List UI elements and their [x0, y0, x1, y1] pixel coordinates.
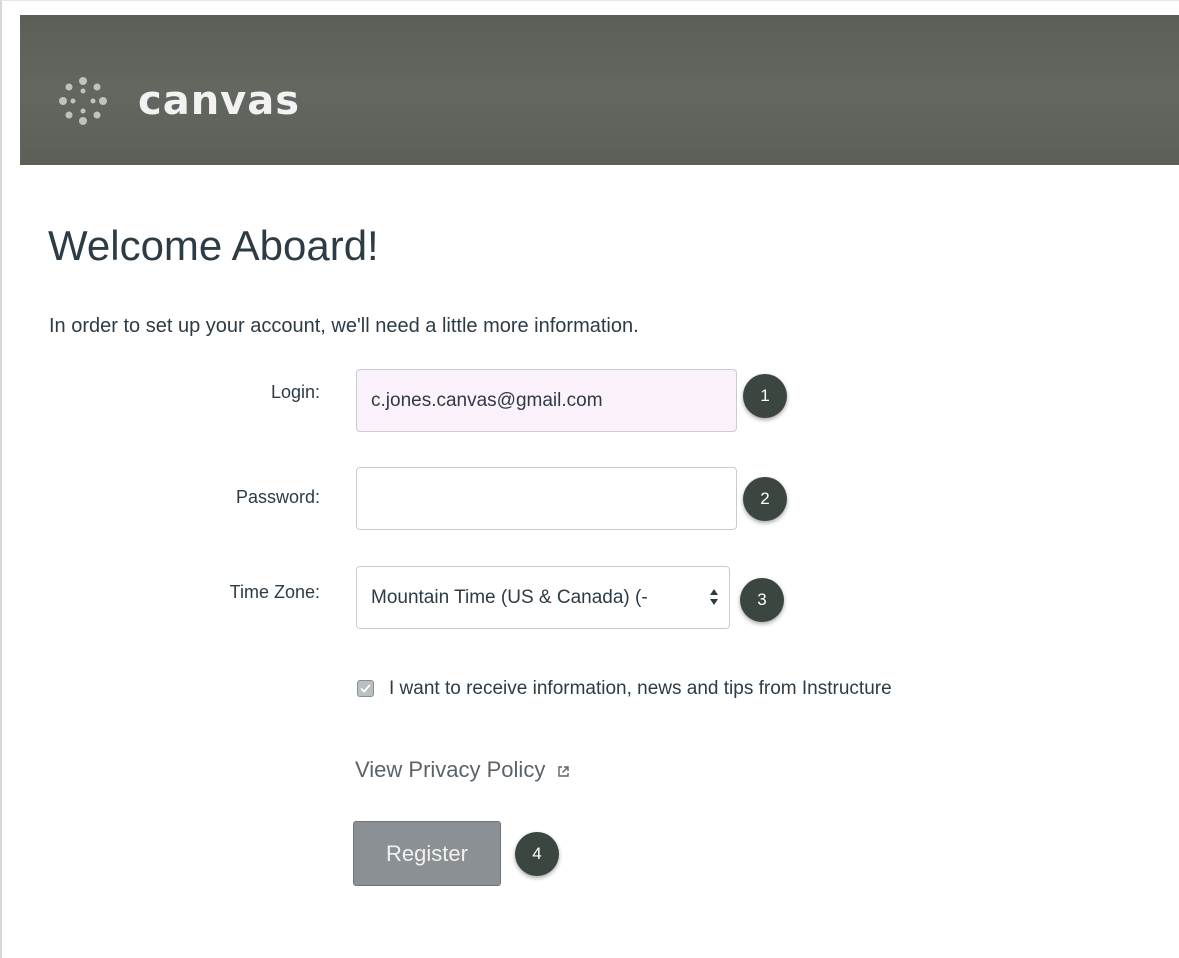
- privacy-policy-link[interactable]: View Privacy Policy: [355, 755, 570, 785]
- external-link-icon: [558, 765, 570, 777]
- timezone-selected-value: Mountain Time (US & Canada) (-: [371, 586, 648, 608]
- newsletter-label[interactable]: I want to receive information, news and …: [389, 676, 892, 702]
- privacy-policy-text: View Privacy Policy: [355, 757, 546, 782]
- step-marker-3: 3: [740, 578, 784, 622]
- login-value: c.jones.canvas@gmail.com: [371, 389, 603, 411]
- login-label: Login:: [270, 382, 320, 402]
- step-marker-1: 1: [743, 374, 787, 418]
- timezone-select[interactable]: Mountain Time (US & Canada) (-: [356, 566, 730, 629]
- register-button[interactable]: Register: [353, 821, 501, 886]
- timezone-label: Time Zone:: [229, 582, 320, 602]
- password-label: Password:: [235, 487, 320, 507]
- intro-text: In order to set up your account, we'll n…: [49, 315, 639, 337]
- step-marker-2: 2: [743, 477, 787, 521]
- password-field[interactable]: [356, 467, 737, 530]
- brand-name[interactable]: canvas: [138, 71, 300, 131]
- header-bar: canvas: [20, 15, 1179, 165]
- select-arrows-icon: [710, 589, 718, 605]
- step-marker-4: 4: [515, 832, 559, 876]
- canvas-logo-icon[interactable]: [57, 75, 109, 127]
- checkmark-icon: [360, 684, 371, 693]
- page-title: Welcome Aboard!: [48, 222, 379, 269]
- login-field[interactable]: c.jones.canvas@gmail.com: [356, 369, 737, 432]
- newsletter-checkbox[interactable]: [357, 680, 374, 697]
